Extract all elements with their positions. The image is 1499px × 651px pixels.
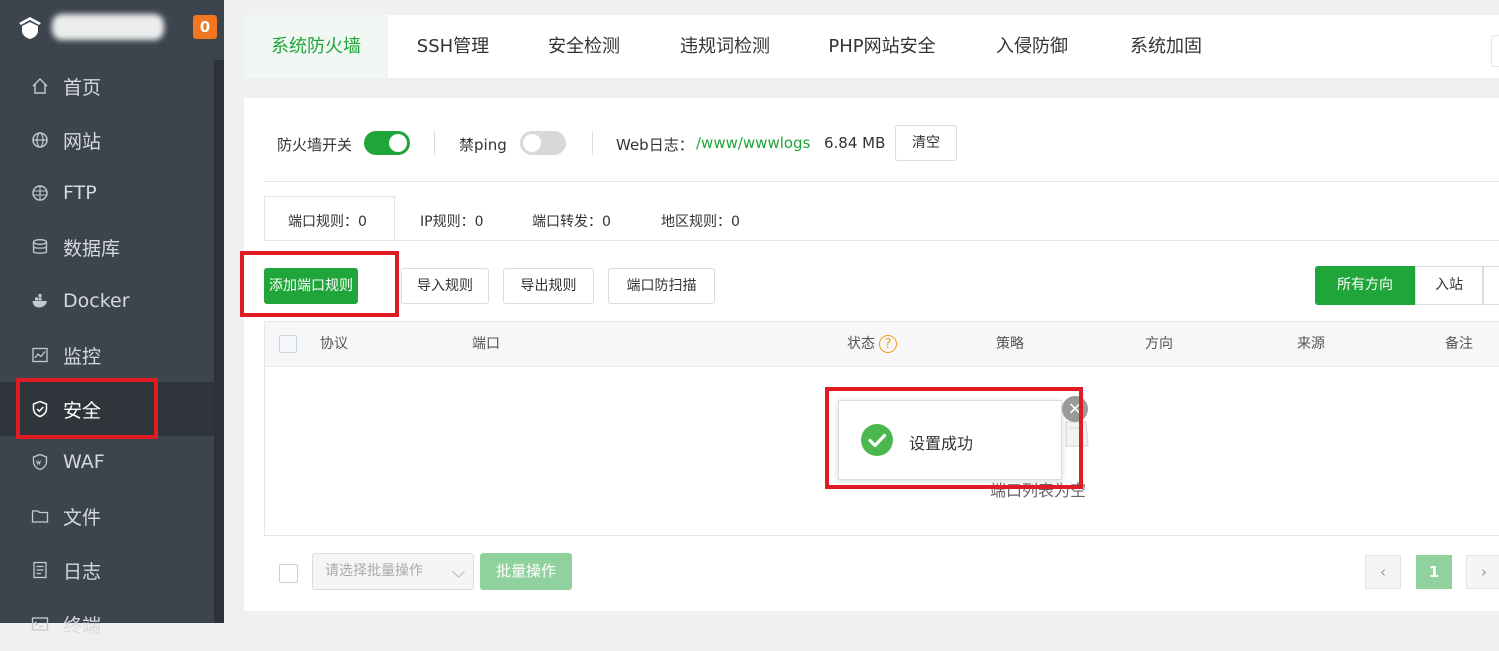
sidebar-item-logs[interactable]: 日志 [0, 543, 214, 597]
web-log-label: Web日志： [616, 136, 694, 154]
server-name-redacted [52, 14, 164, 40]
select-all-checkbox[interactable] [279, 335, 297, 353]
sidebar-item-label: WAF [63, 451, 105, 473]
sidebar-item-docker[interactable]: Docker [0, 274, 214, 328]
tab-security-check[interactable]: 安全检测 [526, 15, 642, 78]
monitor-chart-icon [31, 346, 49, 364]
column-port: 端口 [472, 336, 500, 352]
firewall-switch-label: 防火墙开关 [277, 136, 353, 154]
sidebar-brand: 0 [0, 0, 224, 56]
chevron-down-icon [452, 565, 465, 578]
web-log-path-link[interactable]: /www/wwwlogs [696, 134, 810, 152]
message-badge[interactable]: 0 [193, 15, 217, 39]
sidebar-item-home[interactable]: 首页 [0, 59, 214, 113]
tab-system-hardening[interactable]: 系统加固 [1110, 15, 1222, 78]
column-protocol: 协议 [320, 336, 348, 352]
top-tab-bar: 系统防火墙 SSH管理 安全检测 违规词检测 PHP网站安全 入侵防御 系统加固 [244, 15, 1499, 78]
sidebar-item-database[interactable]: 数据库 [0, 220, 214, 274]
tab-php-site-security[interactable]: PHP网站安全 [812, 15, 952, 78]
subtab-port-rules[interactable]: 端口规则：0 [288, 211, 367, 231]
subtab-ip-rules[interactable]: IP规则：0 [420, 211, 483, 231]
divider [592, 131, 593, 155]
firewall-panel: 防火墙开关 禁ping Web日志： /www/wwwlogs 6.84 MB … [244, 98, 1499, 611]
sidebar: 0 首页 网站 FTP 数据库 Docker 监控 安全 WAF 文件 日志 终… [0, 0, 224, 637]
folder-icon [31, 507, 49, 525]
column-status: 状态? [847, 322, 897, 366]
highlight-box-add-rule [240, 251, 399, 317]
batch-operation-select[interactable]: 请选择批量操作 [312, 553, 474, 590]
sidebar-item-files[interactable]: 文件 [0, 489, 214, 543]
subtab-region-rules[interactable]: 地区规则：0 [661, 211, 740, 231]
tab-ssh-management[interactable]: SSH管理 [394, 15, 512, 78]
column-direction: 方向 [1145, 336, 1173, 352]
terminal-icon [31, 615, 49, 633]
sidebar-item-label: 网站 [63, 130, 102, 153]
sidebar-item-waf[interactable]: WAF [0, 435, 214, 489]
sidebar-item-label: Docker [63, 290, 130, 312]
sidebar-item-label: FTP [63, 182, 97, 204]
page-current[interactable]: 1 [1416, 555, 1452, 589]
sidebar-item-label: 日志 [63, 560, 102, 583]
direction-inbound-button[interactable]: 入站 [1415, 266, 1483, 305]
tab-system-firewall[interactable]: 系统防火墙 [244, 15, 388, 78]
waf-shield-icon [31, 453, 49, 471]
column-remark: 备注 [1445, 336, 1473, 352]
subtab-baseline [264, 240, 1499, 241]
sidebar-item-website[interactable]: 网站 [0, 113, 214, 167]
database-icon [31, 238, 49, 256]
home-icon [31, 77, 49, 95]
column-source: 来源 [1297, 336, 1325, 352]
sidebar-item-label: 监控 [63, 345, 102, 368]
tab-violation-word-check[interactable]: 违规词检测 [662, 15, 788, 78]
import-rules-button[interactable]: 导入规则 [401, 268, 489, 304]
page-prev-button[interactable]: ‹ [1365, 555, 1401, 589]
divider [264, 181, 1499, 182]
globe-icon [31, 131, 49, 149]
sidebar-scrollbar[interactable] [214, 60, 224, 623]
clear-log-button[interactable]: 清空 [895, 125, 957, 161]
batch-operation-placeholder: 请选择批量操作 [325, 563, 423, 579]
page-next-button[interactable]: › [1466, 555, 1499, 589]
side-float-tab[interactable] [1491, 35, 1499, 67]
ping-toggle[interactable] [520, 131, 566, 155]
highlight-box-toast [825, 387, 1083, 489]
ping-label: 禁ping [459, 136, 507, 154]
divider [434, 131, 435, 155]
sidebar-item-terminal[interactable]: 终端 [0, 597, 214, 651]
tab-intrusion-prevention[interactable]: 入侵防御 [976, 15, 1088, 78]
sidebar-item-label: 数据库 [63, 237, 121, 260]
sidebar-item-monitor[interactable]: 监控 [0, 328, 214, 382]
batch-select-checkbox[interactable] [279, 564, 298, 583]
sidebar-item-label: 首页 [63, 76, 102, 99]
direction-all-button[interactable]: 所有方向 [1315, 266, 1415, 305]
docker-icon [31, 292, 49, 310]
ftp-globe-icon [31, 184, 49, 202]
direction-outbound-button[interactable] [1483, 266, 1499, 305]
subtab-port-forward[interactable]: 端口转发：0 [532, 211, 611, 231]
export-rules-button[interactable]: 导出规则 [503, 268, 594, 304]
batch-operation-button[interactable]: 批量操作 [480, 553, 572, 590]
column-status-label: 状态 [847, 336, 875, 352]
sidebar-item-ftp[interactable]: FTP [0, 166, 214, 220]
logo-icon [16, 13, 44, 41]
sidebar-item-label: 终端 [63, 614, 102, 637]
highlight-box-security [16, 378, 158, 439]
firewall-toggle[interactable] [364, 131, 410, 155]
column-strategy: 策略 [996, 336, 1024, 352]
help-icon[interactable]: ? [879, 335, 897, 353]
table-header: 协议 端口 状态? 策略 方向 来源 备注 [265, 322, 1499, 367]
web-log-size: 6.84 MB [824, 134, 886, 152]
log-icon [31, 561, 49, 579]
sidebar-item-label: 文件 [63, 506, 102, 529]
port-scan-protect-button[interactable]: 端口防扫描 [608, 268, 715, 304]
